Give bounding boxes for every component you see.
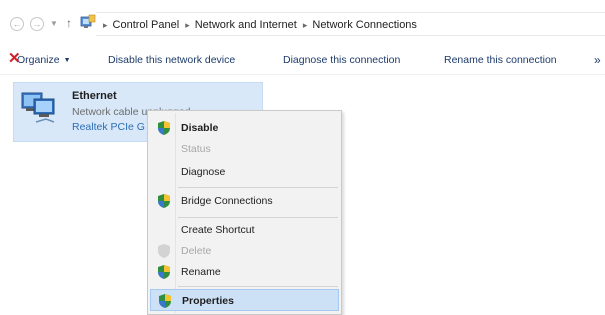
shield-icon [158, 265, 170, 279]
menu-item-bridge-connections[interactable]: Bridge Connections [150, 190, 339, 212]
menu-item-label: Diagnose [181, 166, 226, 178]
disable-device-button[interactable]: Disable this network device [108, 54, 235, 66]
chevron-right-icon: ▸ [103, 19, 108, 30]
menu-item-label: Disable [181, 122, 219, 134]
menu-item-status: Status [150, 138, 339, 160]
shield-icon [158, 244, 170, 258]
menu-separator [178, 187, 338, 188]
menu-item-properties[interactable]: Properties [150, 289, 339, 311]
chevron-down-icon: ▼ [63, 57, 71, 64]
breadcrumb: ▸ Control Panel ▸ Network and Internet ▸… [100, 16, 417, 34]
menu-item-label: Rename [181, 266, 221, 278]
control-panel-icon [80, 14, 96, 28]
menu-item-label: Create Shortcut [181, 224, 255, 236]
network-adapter-icon [21, 92, 55, 123]
shield-icon [158, 194, 170, 208]
menu-separator [178, 217, 338, 218]
rename-connection-button[interactable]: Rename this connection [444, 54, 557, 66]
organize-button[interactable]: Organize ▼ [17, 54, 71, 66]
connection-adapter: Realtek PCIe G [72, 121, 145, 133]
shield-icon [158, 121, 170, 135]
menu-item-disable[interactable]: Disable [150, 117, 339, 139]
chevron-right-icon[interactable]: ▸ [303, 20, 308, 31]
menu-item-label: Status [181, 143, 211, 155]
up-button[interactable]: ↑ [66, 16, 72, 30]
breadcrumb-network-connections[interactable]: Network Connections [312, 19, 417, 31]
menu-item-diagnose[interactable]: Diagnose [150, 161, 339, 183]
menu-item-create-shortcut[interactable]: Create Shortcut [150, 219, 339, 241]
diagnose-connection-button[interactable]: Diagnose this connection [283, 54, 400, 66]
chevron-right-icon[interactable]: ▸ [185, 20, 190, 31]
menu-separator [178, 286, 338, 287]
menu-item-delete: Delete [150, 240, 339, 262]
disconnected-icon: ✕ [8, 50, 21, 67]
more-commands-icon[interactable]: » [594, 53, 601, 67]
command-bar: Organize ▼ Disable this network device Di… [0, 44, 605, 75]
breadcrumb-control-panel[interactable]: Control Panel [113, 19, 180, 31]
menu-item-rename[interactable]: Rename [150, 261, 339, 283]
menu-item-label: Bridge Connections [181, 195, 273, 207]
address-bar-row: ← → ▼ ↑ ▸ Control Panel ▸ Network and In… [0, 0, 605, 40]
back-button[interactable]: ← [10, 17, 24, 31]
shield-icon [159, 294, 171, 308]
breadcrumb-network-and-internet[interactable]: Network and Internet [195, 19, 297, 31]
menu-item-label: Properties [182, 295, 234, 307]
organize-label: Organize [17, 54, 60, 66]
menu-item-label: Delete [181, 245, 212, 257]
context-menu: Disable Status Diagnose Bridge Connectio… [147, 110, 342, 315]
connection-name: Ethernet [72, 90, 117, 102]
recent-locations-dropdown[interactable]: ▼ [50, 19, 58, 28]
forward-button[interactable]: → [30, 17, 44, 31]
